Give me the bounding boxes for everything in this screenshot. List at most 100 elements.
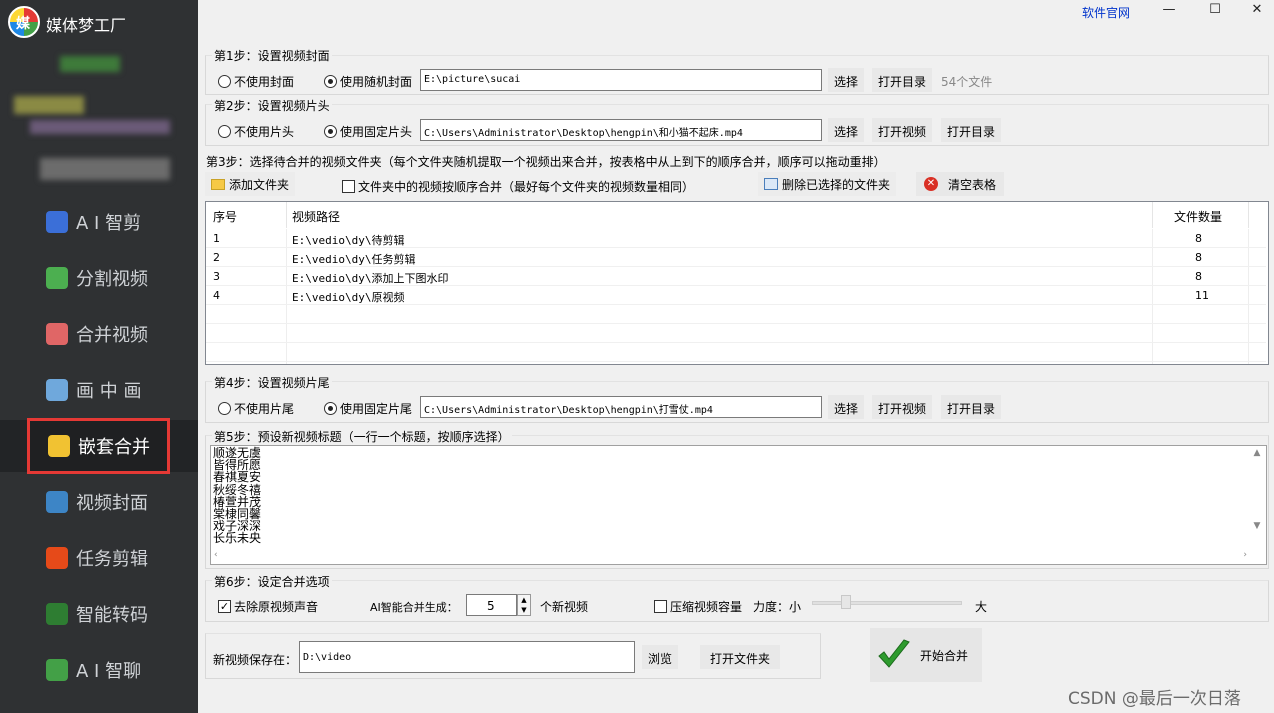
start-merge-button[interactable]: 开始合并 (870, 628, 982, 682)
sidebar-item[interactable]: A I 智聊 (28, 642, 170, 698)
col-header-count[interactable]: 文件数量 (1174, 208, 1222, 225)
sidebar-item[interactable]: 视频封面 (28, 474, 170, 530)
intro-none-radio[interactable]: 不使用片头 (218, 123, 294, 140)
blurred-info (60, 56, 120, 72)
folder-table[interactable]: 序号 视频路径 文件数量 1 E:\vedio\dy\待剪辑 8 2 E:\vedio\… (205, 201, 1269, 365)
strength-label: 力度：小 (753, 600, 802, 614)
intro-open-dir-button[interactable]: 打开目录 (941, 118, 1002, 142)
title-line: 戏子深深 (213, 519, 262, 534)
table-row[interactable] (206, 305, 1266, 324)
close-button[interactable]: ✕ (1242, 2, 1272, 22)
table-row[interactable] (206, 324, 1266, 343)
sequential-merge-checkbox[interactable]: 文件夹中的视频按顺序合并（最好每个文件夹的视频数量相同） (342, 178, 694, 195)
row-path: E:\vedio\dy\任务剪辑 (292, 253, 416, 266)
official-site-link[interactable]: 软件官网 (1082, 4, 1130, 21)
table-row[interactable]: 1 E:\vedio\dy\待剪辑 8 (206, 229, 1266, 248)
title-line: 秋绥冬禧 (213, 482, 262, 497)
sidebar-item[interactable]: 合并视频 (28, 306, 170, 362)
table-row[interactable]: 2 E:\vedio\dy\任务剪辑 8 (206, 248, 1266, 267)
delete-folder-icon (764, 178, 778, 190)
task-clip-icon (46, 547, 68, 569)
title-line: 长乐未央 (213, 531, 262, 546)
mute-audio-checkbox[interactable]: ✓ 去除原视频声音 (218, 598, 318, 615)
row-count: 8 (1195, 270, 1202, 283)
step3-legend: 第3步：选择待合并的视频文件夹（每个文件夹随机提取一个视频出来合并，按表格中从上… (204, 153, 888, 170)
outro-path-input[interactable]: C:\Users\Administrator\Desktop\hengpin\打… (420, 396, 822, 418)
add-folder-button[interactable]: 添加文件夹 (205, 172, 296, 196)
blurred-info (14, 96, 84, 114)
nested-merge-icon (48, 435, 70, 457)
outro-none-radio[interactable]: 不使用片尾 (218, 400, 294, 417)
col-header-no[interactable]: 序号 (213, 208, 237, 225)
sidebar-item[interactable]: 嵌套合并 (27, 418, 170, 474)
step4-legend: 第4步：设置视频片尾 (212, 374, 332, 391)
sidebar-item[interactable]: 分割视频 (28, 250, 170, 306)
clear-table-button[interactable]: ✕ 清空表格 (916, 172, 1005, 196)
open-folder-button[interactable]: 打开文件夹 (700, 645, 781, 669)
delete-selected-button[interactable]: 删除已选择的文件夹 (758, 172, 897, 196)
browse-button[interactable]: 浏览 (642, 645, 679, 669)
row-number: 2 (213, 251, 220, 264)
generate-count-stepper[interactable]: ▲ ▼ (517, 594, 531, 616)
transcode-icon (46, 603, 68, 625)
blurred-info (40, 158, 170, 180)
cover-path-input[interactable]: E:\picture\sucai (420, 69, 822, 91)
intro-open-video-button[interactable]: 打开视频 (872, 118, 933, 142)
sidebar: 媒 媒体梦工厂 A I 智剪 分割视频合并视频画 中 画嵌套合并 视频封面 任务剪辑智… (0, 0, 198, 713)
row-count: 8 (1195, 251, 1202, 264)
titles-horizontal-scrollbar[interactable]: ‹ › (212, 549, 1265, 563)
generate-count-suffix: 个新视频 (540, 600, 589, 614)
intro-fixed-radio[interactable]: 使用固定片头 (324, 123, 412, 140)
row-path: E:\vedio\dy\原视频 (292, 291, 405, 304)
cover-none-radio[interactable]: 不使用封面 (218, 73, 294, 90)
outro-open-video-button[interactable]: 打开视频 (872, 395, 933, 419)
step6-legend: 第6步：设定合并选项 (212, 573, 332, 590)
sidebar-item-label: 智能转码 (76, 605, 148, 626)
strength-max-label: 大 (975, 600, 988, 614)
row-count: 8 (1195, 232, 1202, 245)
sidebar-item[interactable]: 画 中 画 (28, 362, 170, 418)
titles-vertical-scrollbar[interactable]: ▲ ▼ (1249, 447, 1265, 547)
row-number: 4 (213, 289, 220, 302)
strength-slider-thumb[interactable] (841, 595, 851, 609)
blurred-info (30, 120, 170, 134)
split-video-icon (46, 267, 68, 289)
ai-chat-icon (46, 659, 68, 681)
outro-select-button[interactable]: 选择 (828, 395, 865, 419)
table-row[interactable]: 4 E:\vedio\dy\原视频 11 (206, 286, 1266, 305)
app-title: 媒体梦工厂 (46, 16, 127, 35)
maximize-button[interactable]: ☐ (1200, 2, 1230, 22)
outro-fixed-radio[interactable]: 使用固定片尾 (324, 400, 412, 417)
sidebar-item-label: A I 智聊 (76, 661, 142, 682)
compress-checkbox[interactable]: 压缩视频容量 (654, 598, 742, 615)
sidebar-item-label: 分割视频 (76, 269, 148, 290)
row-count: 11 (1195, 289, 1209, 302)
title-line: 棠棣同馨 (213, 507, 262, 522)
cover-open-dir-button[interactable]: 打开目录 (872, 68, 933, 92)
cover-select-button[interactable]: 选择 (828, 68, 865, 92)
sidebar-item[interactable]: A I 智剪 (28, 194, 170, 250)
table-row[interactable]: 3 E:\vedio\dy\添加上下图水印 8 (206, 267, 1266, 286)
minimize-button[interactable]: — (1154, 2, 1184, 22)
cover-random-radio[interactable]: 使用随机封面 (324, 73, 412, 90)
merge-video-icon (46, 323, 68, 345)
sidebar-item-label: A I 智剪 (76, 213, 142, 234)
outro-open-dir-button[interactable]: 打开目录 (941, 395, 1002, 419)
title-line: 皆得所愿 (213, 458, 262, 473)
sidebar-item-label: 画 中 画 (76, 381, 142, 402)
sidebar-item[interactable]: 任务剪辑 (28, 530, 170, 586)
intro-path-input[interactable]: C:\Users\Administrator\Desktop\hengpin\和… (420, 119, 822, 141)
clear-icon: ✕ (924, 177, 938, 191)
col-header-path[interactable]: 视频路径 (292, 208, 340, 225)
app-logo: 媒 (8, 6, 40, 38)
intro-select-button[interactable]: 选择 (828, 118, 865, 142)
video-cover-icon (46, 491, 68, 513)
title-line: 春祺夏安 (213, 470, 262, 485)
generate-count-input[interactable]: 5 (466, 594, 517, 616)
save-path-input[interactable]: D:\video (299, 641, 635, 673)
table-row[interactable] (206, 343, 1266, 362)
titles-textarea[interactable]: 顺遂无虞 皆得所愿 春祺夏安 秋绥冬禧 椿萱并茂 棠棣同馨 戏子深深 长乐未央 ▲ ▼ ‹ › (210, 445, 1267, 565)
row-path: E:\vedio\dy\待剪辑 (292, 234, 405, 247)
strength-slider[interactable] (812, 601, 962, 605)
sidebar-item[interactable]: 智能转码 (28, 586, 170, 642)
